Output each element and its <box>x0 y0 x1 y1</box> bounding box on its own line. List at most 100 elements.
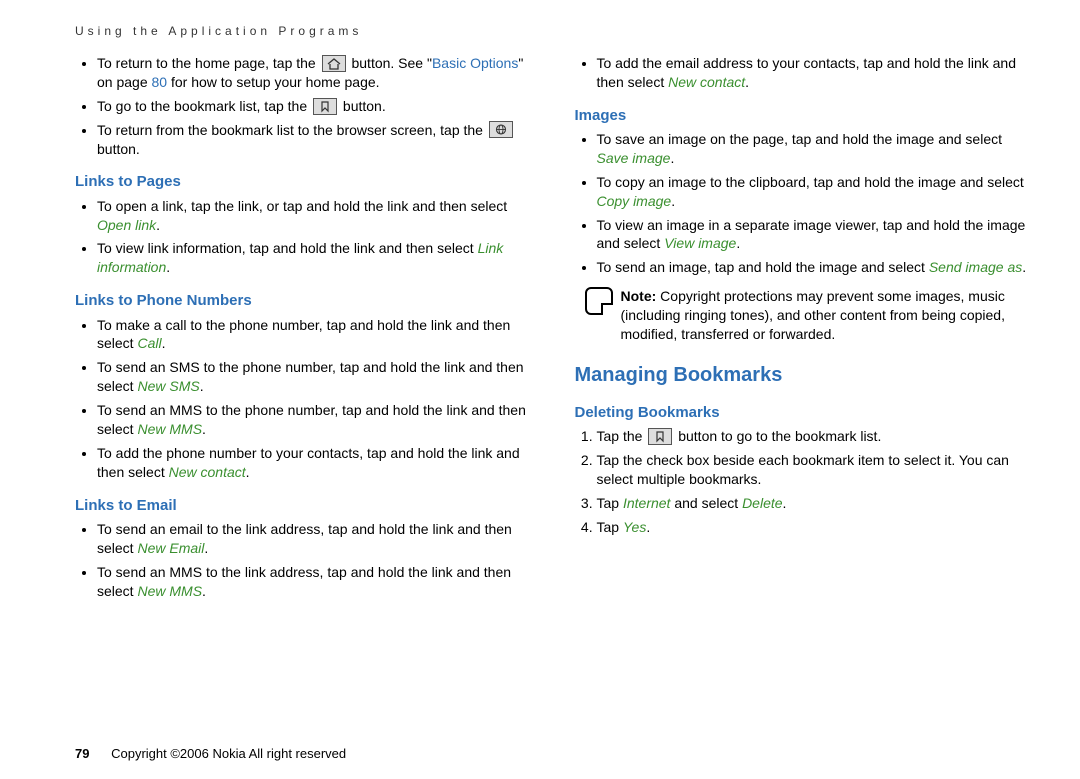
email-continued-list: To add the email address to your contact… <box>575 54 1031 92</box>
right-column: To add the email address to your contact… <box>575 52 1031 606</box>
list-item: To send an image, tap and hold the image… <box>597 258 1031 277</box>
action-new-email: New Email <box>137 540 204 556</box>
action-new-mms: New MMS <box>137 421 202 437</box>
page-footer: 79 Copyright ©2006 Nokia All right reser… <box>75 746 346 761</box>
list-item: To open a link, tap the link, or tap and… <box>97 197 531 235</box>
action-send-image-as: Send image as <box>929 259 1022 275</box>
action-new-contact-email: New contact <box>668 74 745 90</box>
text: To open a link, tap the link, or tap and… <box>97 198 507 214</box>
text: To return to the home page, tap the <box>97 55 320 71</box>
list-item: To copy an image to the clipboard, tap a… <box>597 173 1031 211</box>
list-item: To return from the bookmark list to the … <box>97 121 531 159</box>
list-item: Tap Yes. <box>597 518 1031 537</box>
list-item: To save an image on the page, tap and ho… <box>597 130 1031 168</box>
note-icon <box>585 287 613 315</box>
action-new-mms-email: New MMS <box>137 583 202 599</box>
text: . <box>156 217 160 233</box>
running-header: Using the Application Programs <box>75 24 1030 38</box>
list-item: To send an MMS to the phone number, tap … <box>97 401 531 439</box>
list-item: To add the phone number to your contacts… <box>97 444 531 482</box>
text: button to go to the bookmark list. <box>674 428 881 444</box>
note-label: Note: <box>621 288 657 304</box>
heading-links-to-phone: Links to Phone Numbers <box>75 291 531 311</box>
action-save-image: Save image <box>597 150 671 166</box>
links-to-email-list: To send an email to the link address, ta… <box>75 520 531 601</box>
list-item: To send an SMS to the phone number, tap … <box>97 358 531 396</box>
list-item: To send an email to the link address, ta… <box>97 520 531 558</box>
list-item: Tap Internet and select Delete. <box>597 494 1031 513</box>
text: To add the email address to your contact… <box>597 55 1017 90</box>
text: . <box>202 421 206 437</box>
text: . <box>671 193 675 209</box>
text: . <box>646 519 650 535</box>
text: . <box>202 583 206 599</box>
heading-links-to-pages: Links to Pages <box>75 172 531 192</box>
action-view-image: View image <box>664 235 736 251</box>
intro-bullets: To return to the home page, tap the butt… <box>75 54 531 158</box>
text: . <box>736 235 740 251</box>
copyright-text: Copyright ©2006 Nokia All right reserved <box>111 746 346 761</box>
text: button. <box>97 141 140 157</box>
text: . <box>246 464 250 480</box>
text: To return from the bookmark list to the … <box>97 122 487 138</box>
link-page-80[interactable]: 80 <box>152 74 168 90</box>
heading-images: Images <box>575 106 1031 126</box>
text: button. See " <box>348 55 432 71</box>
heading-deleting-bookmarks: Deleting Bookmarks <box>575 403 1031 423</box>
action-call: Call <box>137 335 161 351</box>
deleting-bookmarks-steps: Tap the button to go to the bookmark lis… <box>575 427 1031 536</box>
text: Tap the <box>597 428 647 444</box>
text: button. <box>339 98 386 114</box>
text: . <box>204 540 208 556</box>
page-number: 79 <box>75 746 89 761</box>
list-item: To view an image in a separate image vie… <box>597 216 1031 254</box>
bookmark-icon <box>313 98 337 115</box>
globe-icon <box>489 121 513 138</box>
note-text: Note: Copyright protections may prevent … <box>621 287 1031 344</box>
text: . <box>162 335 166 351</box>
list-item: Tap the button to go to the bookmark lis… <box>597 427 1031 446</box>
text: To view an image in a separate image vie… <box>597 217 1026 252</box>
text: To add the phone number to your contacts… <box>97 445 520 480</box>
content-columns: To return to the home page, tap the butt… <box>75 52 1030 606</box>
manual-page: Using the Application Programs To return… <box>0 0 1080 779</box>
action-open-link: Open link <box>97 217 156 233</box>
text: . <box>1022 259 1026 275</box>
home-icon <box>322 55 346 72</box>
text: Tap <box>597 519 623 535</box>
action-copy-image: Copy image <box>597 193 672 209</box>
link-basic-options[interactable]: Basic Options <box>432 55 518 71</box>
list-item: To return to the home page, tap the butt… <box>97 54 531 92</box>
action-new-sms: New SMS <box>137 378 199 394</box>
list-item: To add the email address to your contact… <box>597 54 1031 92</box>
links-to-phone-list: To make a call to the phone number, tap … <box>75 316 531 482</box>
list-item: To make a call to the phone number, tap … <box>97 316 531 354</box>
text: To copy an image to the clipboard, tap a… <box>597 174 1024 190</box>
heading-managing-bookmarks: Managing Bookmarks <box>575 362 1031 389</box>
text: and select <box>670 495 742 511</box>
text: . <box>783 495 787 511</box>
text: To send an image, tap and hold the image… <box>597 259 929 275</box>
action-internet: Internet <box>623 495 670 511</box>
text: To view link information, tap and hold t… <box>97 240 478 256</box>
text: To save an image on the page, tap and ho… <box>597 131 1003 147</box>
text: Tap <box>597 495 623 511</box>
left-column: To return to the home page, tap the butt… <box>75 52 531 606</box>
text: . <box>670 150 674 166</box>
action-new-contact: New contact <box>169 464 246 480</box>
bookmark-icon <box>648 428 672 445</box>
copyright-note: Note: Copyright protections may prevent … <box>585 287 1031 344</box>
list-item: Tap the check box beside each bookmark i… <box>597 451 1031 489</box>
images-list: To save an image on the page, tap and ho… <box>575 130 1031 277</box>
list-item: To view link information, tap and hold t… <box>97 239 531 277</box>
list-item: To go to the bookmark list, tap the butt… <box>97 97 531 116</box>
links-to-pages-list: To open a link, tap the link, or tap and… <box>75 197 531 278</box>
text: . <box>745 74 749 90</box>
text: To go to the bookmark list, tap the <box>97 98 311 114</box>
heading-links-to-email: Links to Email <box>75 496 531 516</box>
action-delete: Delete <box>742 495 782 511</box>
text: for how to setup your home page. <box>167 74 379 90</box>
note-body: Copyright protections may prevent some i… <box>621 288 1005 342</box>
list-item: To send an MMS to the link address, tap … <box>97 563 531 601</box>
text: . <box>166 259 170 275</box>
